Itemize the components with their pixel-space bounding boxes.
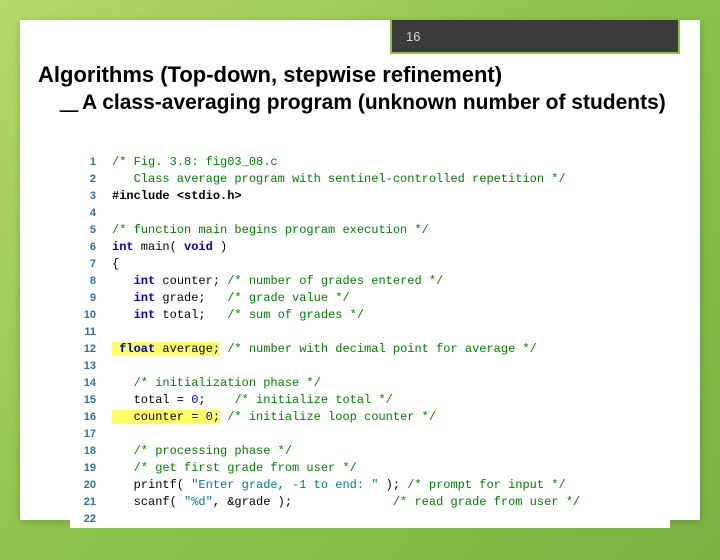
code-block: 1/* Fig. 3.8: fig03_08.c 2 Class average…: [70, 154, 670, 528]
code-line: 7{: [70, 256, 670, 273]
code-line: 4: [70, 205, 670, 222]
code-line: 20 printf( "Enter grade, -1 to end: " );…: [70, 477, 670, 494]
code-line: 11: [70, 324, 670, 341]
slide: 16 Algorithms (Top-down, stepwise refine…: [20, 20, 700, 520]
code-line: 19 /* get first grade from user */: [70, 460, 670, 477]
code-line: 10 int total; /* sum of grades */: [70, 307, 670, 324]
bullet-icon: ⸏: [60, 93, 78, 113]
code-line: 6int main( void ): [70, 239, 670, 256]
code-line: 15 total = 0; /* initialize total */: [70, 392, 670, 409]
slide-subtitle: ⸏A class-averaging program (unknown numb…: [60, 90, 680, 116]
code-line: 13: [70, 358, 670, 375]
code-line: 8 int counter; /* number of grades enter…: [70, 273, 670, 290]
header-bar: 16: [390, 20, 680, 54]
code-line: 12 float average; /* number with decimal…: [70, 341, 670, 358]
page-number: 16: [406, 29, 420, 44]
slide-title: Algorithms (Top-down, stepwise refinemen…: [38, 62, 502, 88]
code-line: 18 /* processing phase */: [70, 443, 670, 460]
code-line: 21 scanf( "%d", &grade ); /* read grade …: [70, 494, 670, 511]
code-line: 3#include <stdio.h>: [70, 188, 670, 205]
code-line: 2 Class average program with sentinel-co…: [70, 171, 670, 188]
code-line: 22: [70, 511, 670, 528]
code-line: 17: [70, 426, 670, 443]
subtitle-text: A class-averaging program (unknown numbe…: [82, 91, 666, 114]
code-line: 9 int grade; /* grade value */: [70, 290, 670, 307]
code-line: 5/* function main begins program executi…: [70, 222, 670, 239]
code-line: 14 /* initialization phase */: [70, 375, 670, 392]
code-line: 1/* Fig. 3.8: fig03_08.c: [70, 154, 670, 171]
code-line: 16 counter = 0; /* initialize loop count…: [70, 409, 670, 426]
